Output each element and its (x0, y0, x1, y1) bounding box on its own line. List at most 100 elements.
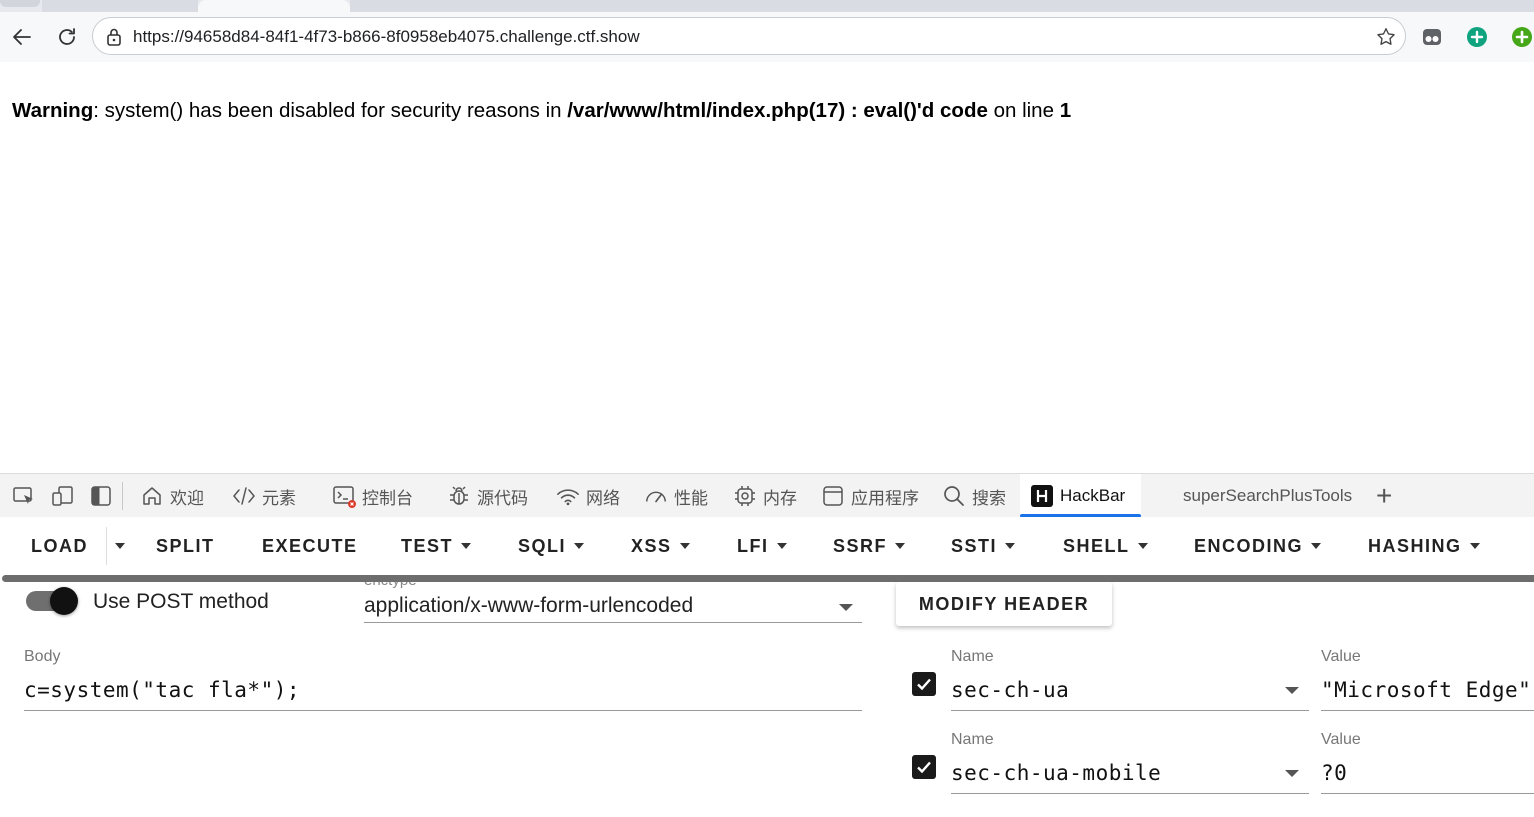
inspect-element-icon[interactable] (12, 474, 36, 518)
menu-shell[interactable]: SHELL (1063, 517, 1148, 575)
dock-side-icon[interactable] (90, 474, 112, 518)
device-emulation-icon[interactable] (51, 474, 75, 518)
add-circle-icon[interactable] (1465, 25, 1489, 49)
warning-on-line: on line (987, 99, 1060, 122)
menu-sqli[interactable]: SQLI (518, 517, 585, 575)
menu-divider (106, 527, 107, 565)
header-checkbox[interactable] (912, 672, 936, 696)
header-name-value: sec-ch-ua (951, 678, 1070, 702)
enctype-select[interactable]: application/x-www-form-urlencoded (364, 592, 862, 623)
add-tab-button[interactable]: + (1376, 474, 1392, 518)
menu-label: SSRF (833, 535, 888, 556)
menu-lfi[interactable]: LFI (737, 517, 787, 575)
extension-icon[interactable] (1420, 25, 1444, 49)
chevron-down-icon (679, 543, 690, 549)
menu-ssrf[interactable]: SSRF (833, 517, 906, 575)
home-icon (140, 484, 164, 508)
enctype-label: enctype (364, 582, 417, 589)
browser-toolbar: https://94658d84-84f1-4f73-b866-8f0958eb… (0, 12, 1534, 62)
menu-label: SSTI (951, 535, 998, 556)
lock-icon[interactable] (105, 27, 123, 52)
menu-encoding[interactable]: ENCODING (1194, 517, 1322, 575)
back-arrow-icon[interactable] (9, 24, 35, 50)
php-warning: Warning: system() has been disabled for … (12, 99, 1071, 123)
toggle-knob[interactable] (50, 587, 78, 615)
modify-header-button[interactable]: MODIFY HEADER (896, 582, 1112, 626)
tab-sources[interactable]: 源代码 (447, 474, 528, 518)
header-name-select[interactable]: sec-ch-ua-mobile (951, 757, 1309, 794)
chevron-down-icon (895, 543, 906, 549)
console-icon (332, 484, 356, 508)
devtools-tabbar: 欢迎 元素 控制台 源代码 网络 性能 内存 应用程序 搜索 HackBar s… (0, 473, 1534, 518)
page-content: Warning: system() has been disabled for … (2, 62, 1534, 473)
header-value-label: Value (1321, 731, 1361, 748)
tab-search[interactable]: 搜索 (942, 474, 1006, 518)
menu-test[interactable]: TEST (401, 517, 472, 575)
header-value-input[interactable]: ?0 (1321, 757, 1534, 794)
tab-supersearchplustools[interactable]: superSearchPlusTools (1183, 474, 1352, 518)
header-value-label: Value (1321, 648, 1361, 665)
hackbar-menu: LOAD SPLIT EXECUTE TEST SQLI XSS LFI SSR… (0, 517, 1534, 575)
plus-icon: + (1376, 480, 1393, 511)
chevron-down-icon (461, 543, 472, 549)
load-dropdown-caret[interactable] (112, 517, 125, 575)
tab-hackbar[interactable]: HackBar (1020, 474, 1141, 518)
tab-label: 控制台 (362, 488, 413, 508)
tab-label: HackBar (1060, 486, 1126, 505)
header-name-label: Name (951, 648, 994, 665)
menu-label: SPLIT (156, 535, 215, 556)
warning-line-number: 1 (1059, 99, 1072, 122)
menu-xss[interactable]: XSS (631, 517, 690, 575)
header-name-label: Name (951, 731, 994, 748)
tab-label: 搜索 (972, 488, 1006, 508)
enctype-value: application/x-www-form-urlencoded (364, 594, 694, 617)
wifi-icon (556, 484, 580, 508)
tab-label: 内存 (763, 488, 797, 508)
menu-label: LOAD (31, 535, 88, 556)
tab-network[interactable]: 网络 (556, 474, 620, 518)
tab-memory[interactable]: 内存 (733, 474, 797, 518)
window-icon (821, 484, 845, 508)
tab-performance[interactable]: 性能 (644, 474, 708, 518)
tab-active[interactable] (198, 0, 350, 12)
green-plus-icon[interactable] (1510, 25, 1534, 49)
tab-inactive[interactable] (42, 0, 198, 12)
menu-split[interactable]: SPLIT (156, 517, 215, 575)
body-input[interactable]: c=system("tac fla*"); (24, 672, 862, 711)
header-value: "Microsoft Edge" (1321, 678, 1532, 702)
header-name-select[interactable]: sec-ch-ua (951, 674, 1309, 711)
checkmark-icon (917, 761, 931, 774)
url-text[interactable]: https://94658d84-84f1-4f73-b866-8f0958eb… (133, 27, 640, 47)
menu-load[interactable]: LOAD (31, 517, 88, 575)
tab-application[interactable]: 应用程序 (821, 474, 919, 518)
hackbar-divider-bar (2, 575, 1534, 582)
tab-label: superSearchPlusTools (1183, 486, 1353, 505)
chip-icon (733, 484, 757, 508)
tab-welcome[interactable]: 欢迎 (140, 474, 204, 518)
tab-console[interactable]: 控制台 (332, 474, 413, 518)
menu-execute[interactable]: EXECUTE (262, 517, 358, 575)
menu-label: HASHING (1368, 535, 1462, 556)
address-bar[interactable]: https://94658d84-84f1-4f73-b866-8f0958eb… (92, 17, 1406, 55)
menu-label: SHELL (1063, 535, 1130, 556)
menu-ssti[interactable]: SSTI (951, 517, 1016, 575)
chevron-down-icon (1005, 543, 1016, 549)
chevron-down-icon (1311, 543, 1322, 549)
star-icon[interactable] (1375, 26, 1397, 53)
gauge-icon (644, 484, 668, 508)
chevron-down-icon (1469, 543, 1480, 549)
reload-icon[interactable] (54, 24, 80, 50)
code-tag-icon (232, 484, 256, 508)
chevron-down-icon (776, 543, 787, 549)
tab-elements[interactable]: 元素 (232, 474, 296, 518)
menu-hashing[interactable]: HASHING (1368, 517, 1480, 575)
menu-label: EXECUTE (262, 535, 358, 556)
tab-pinned[interactable] (0, 0, 40, 7)
body-label: Body (24, 648, 61, 665)
chevron-down-icon (1137, 543, 1148, 549)
tab-inactive-2[interactable] (350, 0, 1534, 12)
header-checkbox[interactable] (912, 755, 936, 779)
menu-label: SQLI (518, 535, 567, 556)
header-value-input[interactable]: "Microsoft Edge" (1321, 674, 1534, 711)
chevron-down-icon (1285, 770, 1299, 777)
